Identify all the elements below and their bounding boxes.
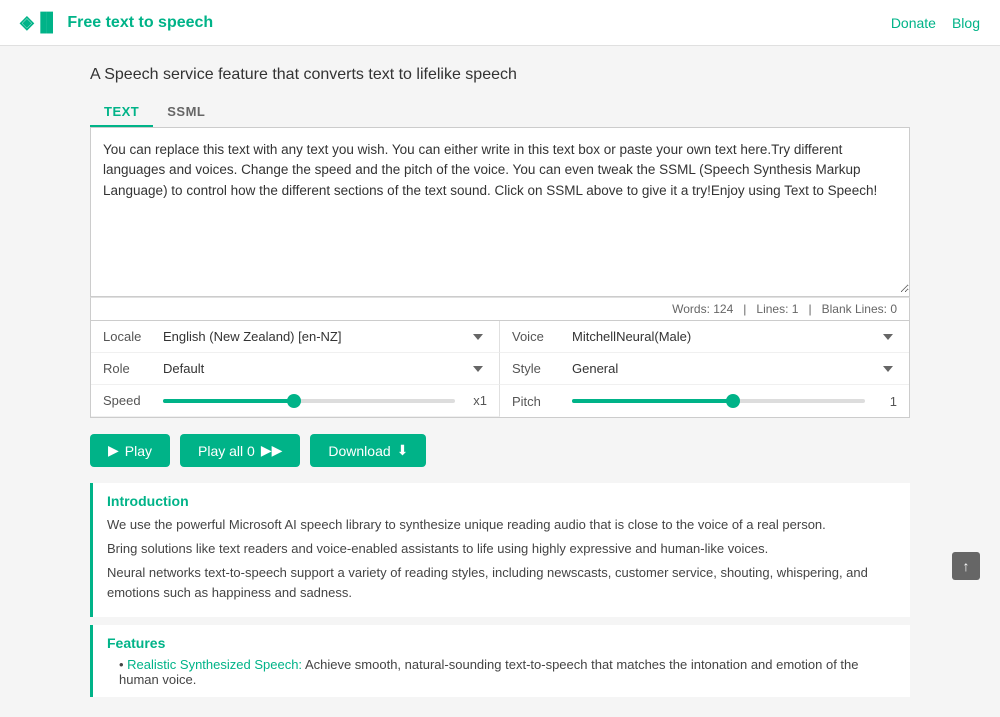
features-section: Features • Realistic Synthesized Speech:… [90,625,910,697]
blank-lines-value: 0 [890,302,897,316]
top-bar: ◈▐▌ Free text to speech Donate Blog [0,0,1000,46]
voice-select[interactable]: MitchellNeural(Male) AriaNeural(Female) … [572,329,897,344]
pitch-row: Pitch 1 [500,385,909,417]
pitch-fill [572,399,733,403]
pitch-label: Pitch [512,394,572,409]
locale-select[interactable]: English (New Zealand) [en-NZ] English (U… [163,329,487,344]
style-label: Style [512,361,572,376]
feature-item-1: • Realistic Synthesized Speech: Achieve … [119,657,896,687]
play-all-label: Play all 0 [198,443,255,459]
features-title: Features [107,635,896,651]
top-links: Donate Blog [891,15,980,31]
play-label: Play [125,443,152,459]
controls-grid: Locale English (New Zealand) [en-NZ] Eng… [90,321,910,418]
download-button[interactable]: Download ⬇ [310,434,426,467]
locale-label: Locale [103,329,163,344]
text-area-container [90,127,910,297]
introduction-section: Introduction We use the powerful Microso… [90,483,910,617]
action-buttons: ▶ Play Play all 0 ▶▶ Download ⬇ [90,434,910,467]
play-button[interactable]: ▶ Play [90,434,170,467]
speed-row: Speed x1 [91,385,500,417]
speed-value: x1 [463,393,487,408]
style-select[interactable]: General Newscast CustomerService [572,361,897,376]
speed-fill [163,399,294,403]
blank-lines-label: Blank Lines: [822,302,887,316]
intro-line-3: Neural networks text-to-speech support a… [107,563,896,605]
download-icon: ⬇ [397,442,409,459]
text-input[interactable] [91,128,909,293]
pitch-value: 1 [873,394,897,409]
page-title: A Speech service feature that converts t… [90,66,910,84]
tabs: TEXT SSML [90,98,910,127]
play-icon: ▶ [108,442,119,459]
speed-label: Speed [103,393,163,408]
play-all-button[interactable]: Play all 0 ▶▶ [180,434,300,467]
main-content: A Speech service feature that converts t… [70,46,930,717]
lines-label: Lines: [756,302,788,316]
role-row: Role Default [91,353,500,385]
speed-thumb[interactable] [287,394,301,408]
speed-track[interactable] [163,399,455,403]
play-all-icon: ▶▶ [261,442,283,459]
speed-slider-container: x1 [163,393,487,408]
pitch-thumb[interactable] [726,394,740,408]
text-stats: Words: 124 | Lines: 1 | Blank Lines: 0 [90,297,910,321]
words-label: Words: [672,302,710,316]
voice-row: Voice MitchellNeural(Male) AriaNeural(Fe… [500,321,909,353]
lines-value: 1 [792,302,799,316]
style-row: Style General Newscast CustomerService [500,353,909,385]
scroll-up-button[interactable]: ↑ [952,552,980,580]
feature-link-1[interactable]: Realistic Synthesized Speech: [127,657,302,672]
introduction-title: Introduction [107,493,896,509]
role-label: Role [103,361,163,376]
blog-link[interactable]: Blog [952,15,980,31]
role-select[interactable]: Default [163,361,487,376]
pitch-slider-container: 1 [572,394,897,409]
locale-row: Locale English (New Zealand) [en-NZ] Eng… [91,321,500,353]
introduction-text: We use the powerful Microsoft AI speech … [107,515,896,604]
intro-line-1: We use the powerful Microsoft AI speech … [107,515,896,536]
words-value: 124 [713,302,733,316]
intro-line-2: Bring solutions like text readers and vo… [107,539,896,560]
download-label: Download [328,443,390,459]
pitch-track[interactable] [572,399,865,403]
tab-text[interactable]: TEXT [90,98,153,127]
logo: ◈▐▌ Free text to speech [20,12,213,33]
tab-ssml[interactable]: SSML [153,98,219,127]
donate-link[interactable]: Donate [891,15,936,31]
voice-label: Voice [512,329,572,344]
sound-wave-icon: ◈▐▌ [20,12,59,33]
logo-text: Free text to speech [67,14,213,32]
